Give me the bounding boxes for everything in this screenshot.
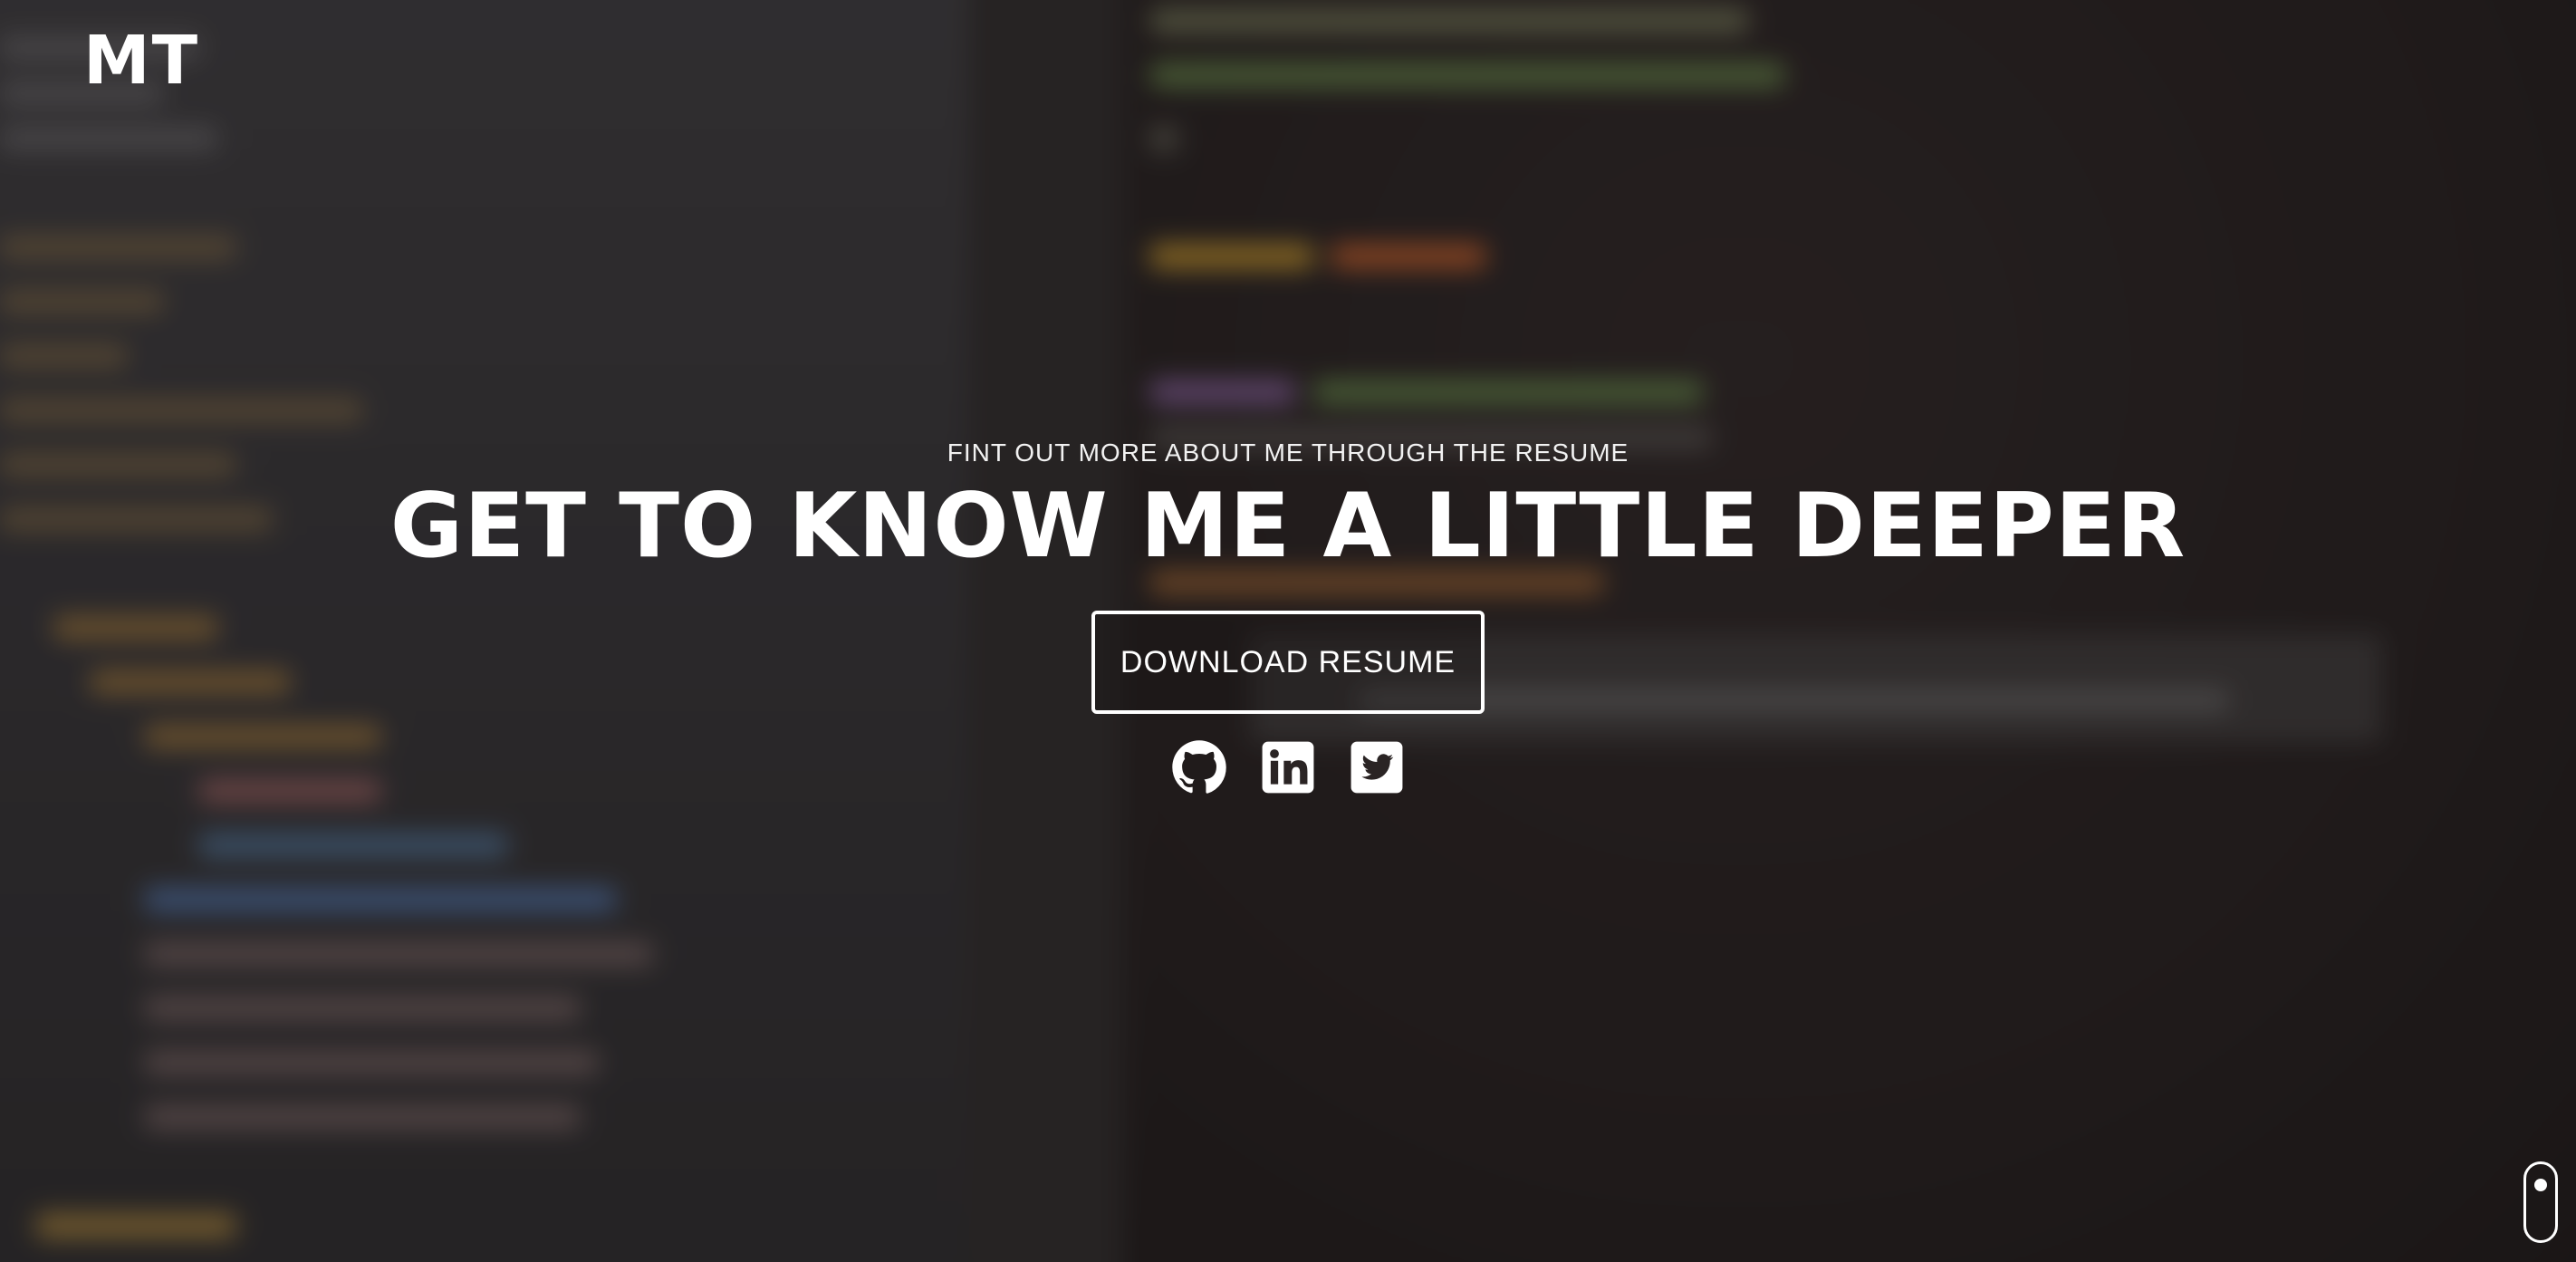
site-logo[interactable]: MT [83, 27, 199, 94]
download-resume-button[interactable]: DOWNLOAD RESUME [1091, 611, 1485, 714]
mouse-scroll-icon[interactable] [2523, 1161, 2558, 1243]
linkedin-link[interactable] [1260, 739, 1316, 795]
linkedin-icon [1262, 741, 1314, 794]
twitter-link[interactable] [1349, 739, 1405, 795]
hero-title: GET TO KNOW ME A LITTLE DEEPER [389, 475, 2187, 578]
hero-content: FINT OUT MORE ABOUT ME THROUGH THE RESUM… [0, 435, 2576, 795]
hero-subtitle: FINT OUT MORE ABOUT ME THROUGH THE RESUM… [947, 438, 1629, 467]
scroll-wheel-dot [2534, 1179, 2547, 1191]
hero-section: MT FINT OUT MORE ABOUT ME THROUGH THE RE… [0, 0, 2576, 1262]
github-icon [1172, 740, 1226, 794]
twitter-icon [1350, 741, 1403, 794]
github-link[interactable] [1171, 739, 1227, 795]
social-links [0, 739, 2576, 795]
